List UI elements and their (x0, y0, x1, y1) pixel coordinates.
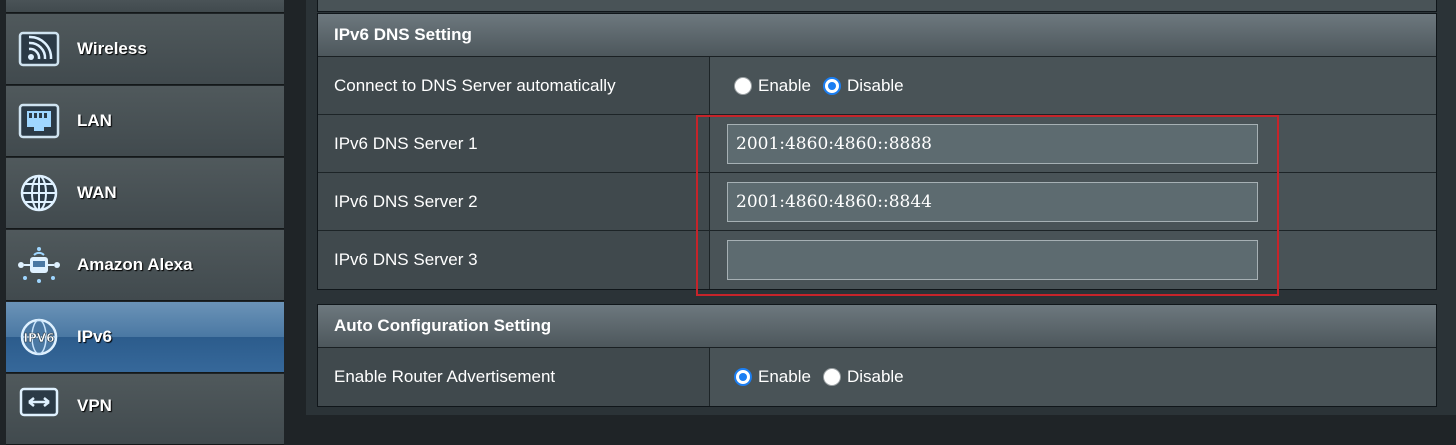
sidebar-item-ipv6[interactable]: IPV6 IPv6 (6, 302, 284, 373)
section-title: Auto Configuration Setting (318, 305, 1436, 348)
router-advertisement-row: Enable Router Advertisement Enable Disab… (318, 348, 1436, 406)
sidebar-item-amazon-alexa[interactable]: Amazon Alexa (6, 230, 284, 301)
wireless-icon (16, 29, 62, 69)
dns-server-3-input[interactable] (727, 240, 1258, 280)
radio-label: Enable (758, 367, 811, 386)
sidebar-item-label: LAN (77, 111, 112, 130)
dns-server-2-input[interactable] (727, 181, 1258, 222)
sidebar-item-label: VPN (77, 396, 112, 415)
dns-server-1-input[interactable] (727, 123, 1258, 164)
sidebar-item-partial[interactable] (6, 0, 284, 13)
router-advertisement-enable-radio[interactable] (734, 368, 752, 386)
row-label: IPv6 DNS Server 2 (318, 173, 710, 230)
previous-section-edge (317, 0, 1437, 12)
connect-dns-auto-row: Connect to DNS Server automatically Enab… (318, 57, 1436, 115)
row-label: Enable Router Advertisement (318, 348, 710, 406)
router-advertisement-radio-group: Enable Disable (734, 367, 916, 387)
row-label: Connect to DNS Server automatically (318, 57, 710, 114)
svg-text:IPV6: IPV6 (24, 331, 55, 345)
section-title: IPv6 DNS Setting (318, 14, 1436, 57)
auto-config-section: Auto Configuration Setting Enable Router… (317, 304, 1437, 407)
sidebar-item-label: WAN (77, 183, 117, 202)
alexa-icon (16, 245, 62, 285)
ipv6-icon: IPV6 (16, 317, 62, 357)
globe-icon (16, 173, 62, 213)
row-label: IPv6 DNS Server 1 (318, 115, 710, 172)
radio-label: Enable (758, 75, 811, 95)
ipv6-dns-section: IPv6 DNS Setting Connect to DNS Server a… (317, 13, 1437, 290)
dns-server-2-row: IPv6 DNS Server 2 (318, 173, 1436, 231)
sidebar-item-wan[interactable]: WAN (6, 158, 284, 229)
connect-dns-auto-enable-radio[interactable] (734, 76, 752, 95)
row-label: IPv6 DNS Server 3 (318, 231, 710, 289)
lan-icon (16, 101, 62, 141)
sidebar-item-wireless[interactable]: Wireless (6, 14, 284, 85)
sidebar-item-label: IPv6 (77, 327, 112, 346)
vpn-icon (16, 384, 62, 424)
connect-dns-auto-radio-group: Enable Disable (734, 76, 916, 96)
sidebar: Wireless LAN WAN Amazon Alexa IPV6 IPv6 … (0, 0, 306, 445)
dns-server-1-row: IPv6 DNS Server 1 (318, 115, 1436, 173)
radio-label: Disable (846, 75, 904, 95)
main-content: IPv6 DNS Setting Connect to DNS Server a… (306, 0, 1456, 415)
sidebar-item-vpn[interactable]: VPN (6, 374, 284, 445)
connect-dns-auto-disable-radio[interactable] (822, 76, 841, 95)
router-advertisement-disable-radio[interactable] (822, 368, 841, 386)
radio-label: Disable (846, 367, 904, 386)
sidebar-item-label: Amazon Alexa (77, 255, 193, 274)
dns-server-3-row: IPv6 DNS Server 3 (318, 231, 1436, 289)
sidebar-item-label: Wireless (77, 39, 147, 58)
sidebar-item-lan[interactable]: LAN (6, 86, 284, 157)
